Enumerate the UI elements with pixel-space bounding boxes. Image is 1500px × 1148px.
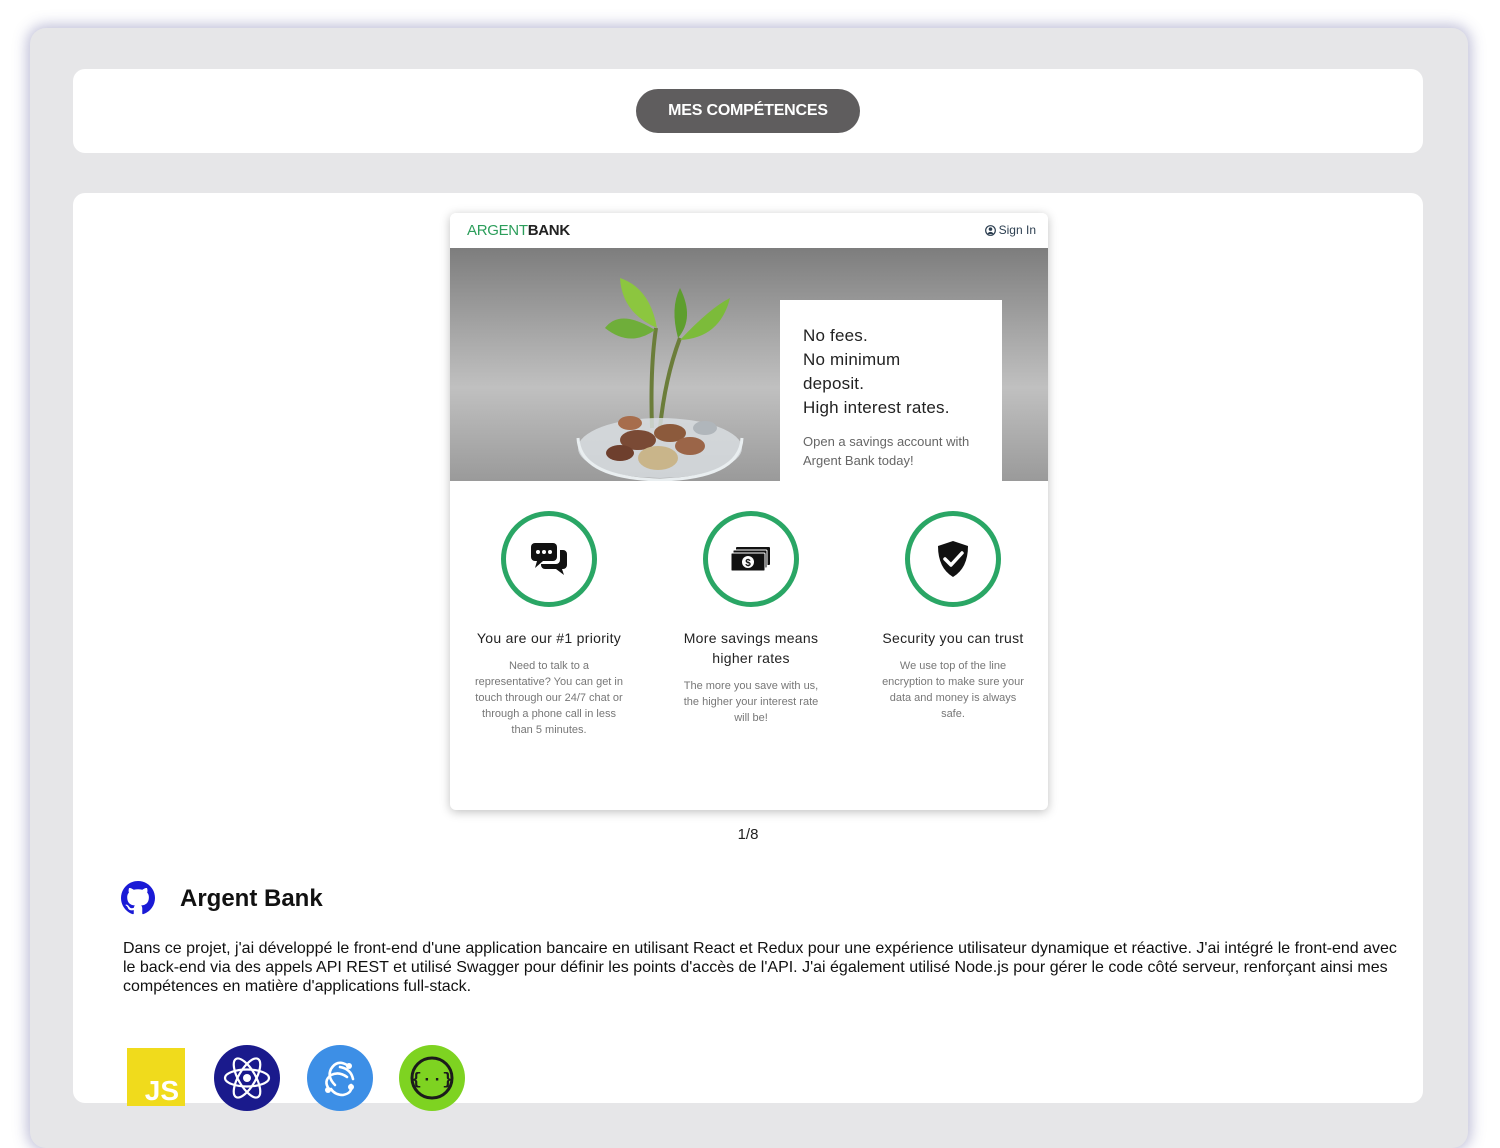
redux-icon [307,1045,373,1116]
feature-title: Security you can trust [882,630,1024,646]
hero-subtitle: High interest rates. [803,398,950,417]
feature-item: Security you can trust We use top of the… [868,511,1038,722]
github-icon [121,881,155,915]
preview-hero: No fees. No minimum deposit. High intere… [450,248,1048,481]
feature-text: The more you save with us, the higher yo… [683,680,819,724]
hero-text: Open a savings account with Argent Bank … [803,434,970,468]
hero-content-box: No fees. No minimum deposit. High intere… [780,300,1002,481]
shield-icon [938,541,968,577]
feature-icon-ring [905,511,1001,607]
preview-navbar: ARGENTBANK Sign In [450,213,1048,248]
chat-icon [531,543,567,575]
preview-sign-in: Sign In [984,223,1036,237]
feature-item: You are our #1 priority Need to talk to … [464,511,634,738]
logo-argent: ARGENT [467,222,528,239]
svg-text:JS: JS [145,1075,179,1106]
plant-coins-image [576,278,744,481]
money-icon: $ [730,547,770,572]
swagger-icon: {··} [399,1045,465,1116]
hero-subtitle: No minimum [803,350,901,369]
skills-header-card: MES COMPÉTENCES [73,69,1423,153]
javascript-icon: JS [127,1048,185,1111]
preview-logo: ARGENTBANK [467,222,570,239]
logo-bank: BANK [527,222,570,239]
sign-in-label: Sign In [998,223,1036,237]
hero-subtitles: No fees. No minimum deposit. High intere… [803,324,950,420]
github-link[interactable] [121,881,155,915]
feature-icon-ring: $ [703,511,799,607]
project-description: Dans ce projet, j'ai développé le front-… [123,940,1397,995]
slide-counter: 1/8 [737,826,759,843]
feature-text: Need to talk to a representative? You ca… [474,660,623,736]
hero-subtitle: deposit. [803,374,865,393]
feature-icon-ring [501,511,597,607]
hero-subtitle: No fees. [803,326,868,345]
project-title: Argent Bank [180,885,323,912]
feature-title: You are our #1 priority [476,630,622,646]
user-circle-icon [984,224,996,236]
skills-button[interactable]: MES COMPÉTENCES [636,89,860,133]
svg-text:{··}: {··} [412,1071,453,1090]
project-card: ARGENTBANK Sign In No fees. No minimum d… [73,193,1423,1111]
feature-text: We use top of the line encryption to mak… [882,660,1024,720]
project-screenshot[interactable]: ARGENTBANK Sign In No fees. No minimum d… [450,213,1048,810]
react-icon [214,1045,280,1116]
feature-item: $ More savings means higher rates The mo… [666,511,836,726]
svg-text:$: $ [745,558,751,569]
feature-title: More savings means higher rates [683,630,819,666]
page-frame: MES COMPÉTENCES ARGENTBANK Sign In No fe… [30,28,1468,1148]
